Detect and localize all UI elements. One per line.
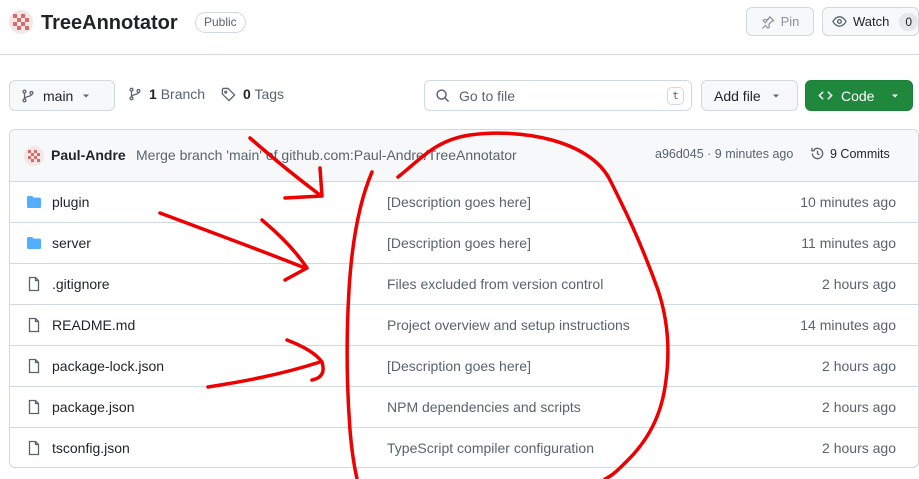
folder-icon [27,196,41,208]
add-file-button[interactable]: Add file [701,80,798,111]
code-label: Code [841,87,875,104]
search-icon [436,89,450,103]
tag-count: 0 [243,86,251,102]
file-description: TypeScript compiler configuration [387,440,594,456]
file-icon [28,399,40,415]
file-name[interactable]: package.json [52,399,135,415]
commit-hash-time[interactable]: a96d045 · 9 minutes ago [655,147,793,161]
go-to-file-input[interactable] [459,87,659,104]
commits-history-link[interactable]: 9 Commits [810,146,890,161]
branches-link[interactable]: 1 Branch [128,86,205,102]
visibility-badge: Public [195,12,246,33]
eye-icon [832,16,847,27]
file-description: Project overview and setup instructions [387,317,630,333]
file-description: NPM dependencies and scripts [387,399,581,415]
tag-icon [221,87,236,102]
code-icon [818,91,833,100]
file-description: Files excluded from version control [387,276,604,292]
file-table: Paul-Andre Merge branch 'main' of github… [9,129,919,468]
file-row[interactable]: server [Description goes here] 11 minutes … [10,223,918,264]
file-icon [28,276,40,292]
file-updated-time: 2 hours ago [822,358,896,374]
git-branch-icon [129,87,141,101]
tags-link[interactable]: 0 Tags [221,86,284,102]
file-updated-time: 2 hours ago [822,399,896,415]
watch-label: Watch [852,14,890,29]
file-updated-time: 14 minutes ago [800,317,896,333]
latest-commit-bar: Paul-Andre Merge branch 'main' of github… [10,130,918,182]
file-description: [Description goes here] [387,358,531,374]
add-file-label: Add file [714,87,761,104]
file-name[interactable]: tsconfig.json [52,440,130,456]
go-to-file-field[interactable]: t [424,80,692,111]
file-row[interactable]: package.json NPM dependencies and scripts… [10,387,918,428]
branch-word: Branch [160,86,206,102]
file-name[interactable]: server [52,235,91,251]
repo-avatar[interactable] [9,10,33,34]
pin-button[interactable]: Pin [746,7,814,36]
caret-down-icon [892,94,899,97]
tag-word: Tags [254,86,285,102]
watch-button[interactable]: Watch 0 [822,7,919,36]
history-icon [811,147,824,160]
commit-author[interactable]: Paul-Andre [51,147,126,163]
branch-name: main [43,87,74,104]
file-description: [Description goes here] [387,194,531,210]
file-row[interactable]: package-lock.json [Description goes here]… [10,346,918,387]
watch-count: 0 [899,12,918,31]
file-icon [28,358,40,374]
file-updated-time: 2 hours ago [822,440,896,456]
caret-down-icon [83,94,90,97]
file-name[interactable]: .gitignore [52,276,110,292]
file-row[interactable]: tsconfig.json TypeScript compiler configu… [10,428,918,467]
file-name[interactable]: plugin [52,194,89,210]
commits-count: 9 Commits [830,146,890,161]
file-updated-time: 11 minutes ago [801,235,896,251]
author-avatar[interactable] [24,146,44,166]
file-description: [Description goes here] [387,235,531,251]
file-icon [28,317,40,333]
commit-message[interactable]: Merge branch 'main' of github.com:Paul-A… [136,147,517,163]
file-row[interactable]: plugin [Description goes here] 10 minutes … [10,182,918,223]
code-button[interactable]: Code [805,80,913,111]
repo-name[interactable]: TreeAnnotator [41,10,178,36]
pin-label: Pin [780,14,800,29]
repo-header: TreeAnnotator Public Pin Watch 0 [0,0,919,55]
caret-down-icon [772,94,779,97]
file-icon [28,440,40,456]
file-updated-time: 2 hours ago [822,276,896,292]
file-updated-time: 10 minutes ago [800,194,896,210]
pin-icon [761,15,775,29]
file-name[interactable]: package-lock.json [52,358,164,374]
file-row[interactable]: README.md Project overview and setup inst… [10,305,918,346]
branch-selector[interactable]: main [9,80,115,111]
file-name[interactable]: README.md [52,317,135,333]
git-branch-icon [22,89,34,102]
file-list: plugin [Description goes here] 10 minutes … [10,182,918,467]
file-row[interactable]: .gitignore Files excluded from version co… [10,264,918,305]
branch-count: 1 [149,86,157,102]
shortcut-hint: t [667,87,684,105]
folder-icon [27,237,41,249]
